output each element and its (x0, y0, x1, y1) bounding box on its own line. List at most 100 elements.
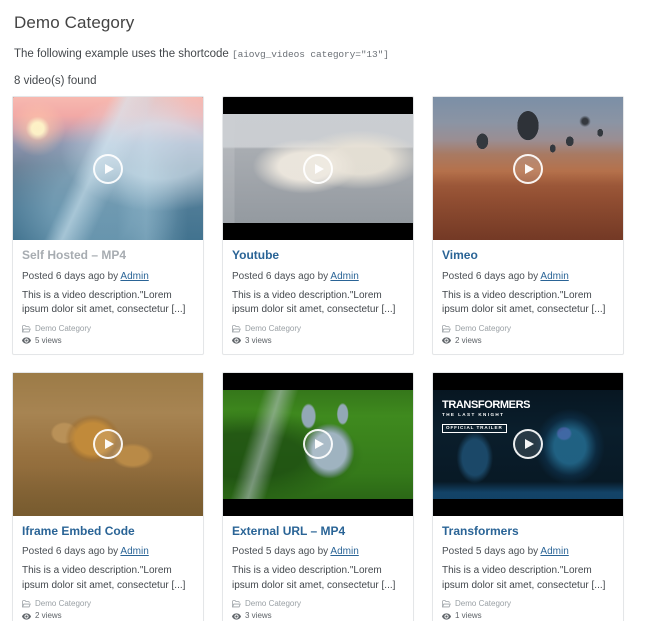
results-count: 8 video(s) found (14, 75, 97, 88)
video-category-meta[interactable]: Demo Category (442, 600, 614, 608)
play-icon[interactable] (303, 429, 333, 460)
intro-label: The following example uses the shortcode (14, 48, 229, 60)
video-category-label: Demo Category (35, 599, 92, 609)
video-title-link[interactable]: Youtube (232, 248, 404, 264)
posted-prefix: Posted 5 days ago by (442, 546, 539, 558)
letterbox-bar-top (433, 372, 623, 390)
video-card[interactable]: Self Hosted – MP4 Posted 6 days ago by Ad… (12, 96, 204, 355)
video-category-label: Demo Category (35, 323, 92, 333)
video-card[interactable]: Vimeo Posted 6 days ago by Admin This is a… (432, 96, 624, 355)
folder-open-icon (232, 600, 241, 608)
video-thumbnail[interactable] (433, 97, 623, 241)
video-posted-meta: Posted 6 days ago by Admin (442, 270, 614, 283)
letterbox-bar-bottom (223, 223, 413, 241)
video-thumbnail[interactable] (223, 97, 413, 241)
eye-icon (442, 613, 451, 620)
video-thumbnail[interactable] (13, 372, 203, 516)
video-category-label: Demo Category (245, 599, 302, 609)
video-posted-meta: Posted 6 days ago by Admin (22, 545, 194, 558)
letterbox-bar-top (223, 372, 413, 390)
video-description: This is a video description."Lorem ipsum… (232, 565, 396, 591)
video-card-body: Youtube Posted 6 days ago by Admin This is… (223, 240, 413, 354)
logo-line-1: TRANSFORMERS (442, 398, 531, 411)
video-author-link[interactable]: Admin (330, 546, 358, 557)
folder-open-icon (22, 324, 31, 333)
video-author-link[interactable]: Admin (540, 546, 568, 557)
video-description: This is a video description."Lorem ipsum… (442, 565, 606, 591)
video-views-label: 1 views (455, 611, 482, 621)
letterbox-bar-bottom (223, 498, 413, 516)
video-card-body: Transformers Posted 5 days ago by Admin Th… (433, 516, 623, 621)
play-icon[interactable] (513, 429, 543, 460)
video-category-meta[interactable]: Demo Category (22, 600, 194, 608)
video-author-link[interactable]: Admin (120, 271, 148, 282)
video-card-body: Self Hosted – MP4 Posted 6 days ago by Ad… (13, 240, 203, 354)
letterbox-bar-top (223, 97, 413, 115)
logo-line-2: THE LAST KNIGHT (442, 411, 505, 417)
posted-prefix: Posted 6 days ago by (442, 270, 539, 282)
video-posted-meta: Posted 6 days ago by Admin (22, 270, 194, 283)
video-posted-meta: Posted 6 days ago by Admin (232, 270, 404, 283)
video-author-link[interactable]: Admin (540, 271, 568, 282)
posted-prefix: Posted 6 days ago by (22, 546, 119, 558)
video-views-meta: 2 views (442, 335, 614, 345)
folder-open-icon (22, 600, 31, 608)
play-icon[interactable] (93, 429, 123, 460)
video-category-label: Demo Category (245, 323, 302, 333)
video-card[interactable]: Youtube Posted 6 days ago by Admin This is… (222, 96, 414, 355)
video-category-meta[interactable]: Demo Category (22, 323, 194, 333)
video-title-link[interactable]: Self Hosted – MP4 (22, 248, 194, 264)
posted-prefix: Posted 6 days ago by (232, 270, 329, 282)
logo-line-3: OFFICIAL TRAILER (442, 423, 507, 434)
video-thumbnail[interactable] (223, 372, 413, 516)
folder-open-icon (442, 600, 451, 608)
video-gallery-page: Demo Category The following example uses… (0, 0, 650, 621)
video-posted-meta: Posted 5 days ago by Admin (232, 545, 404, 558)
folder-open-icon (232, 324, 241, 333)
video-views-meta: 1 views (442, 612, 614, 620)
video-card[interactable]: External URL – MP4 Posted 5 days ago by A… (222, 371, 414, 621)
video-views-label: 3 views (245, 611, 272, 621)
video-description: This is a video description."Lorem ipsum… (442, 289, 606, 316)
video-category-meta[interactable]: Demo Category (232, 600, 404, 608)
video-views-label: 5 views (35, 335, 62, 345)
eye-icon (232, 613, 241, 620)
video-title-link[interactable]: Transformers (442, 524, 614, 540)
video-author-link[interactable]: Admin (330, 271, 358, 282)
video-category-meta[interactable]: Demo Category (232, 323, 404, 333)
letterbox-bar-bottom (433, 498, 623, 516)
eye-icon (442, 337, 451, 344)
transformers-logo-overlay: TRANSFORMERS THE LAST KNIGHT OFFICIAL TRAI… (442, 398, 531, 434)
video-thumbnail[interactable]: TRANSFORMERS THE LAST KNIGHT OFFICIAL TRAI… (433, 372, 623, 516)
video-views-meta: 5 views (22, 335, 194, 345)
video-category-label: Demo Category (455, 599, 512, 609)
video-thumbnail[interactable] (13, 97, 203, 241)
video-card[interactable]: TRANSFORMERS THE LAST KNIGHT OFFICIAL TRAI… (432, 371, 624, 621)
video-description: This is a video description."Lorem ipsum… (232, 289, 396, 316)
shortcode-snippet: [aiovg_videos category="13"] (232, 49, 389, 60)
video-category-label: Demo Category (455, 323, 512, 333)
play-icon[interactable] (93, 153, 123, 184)
video-card-body: Vimeo Posted 6 days ago by Admin This is a… (433, 240, 623, 354)
posted-prefix: Posted 6 days ago by (22, 270, 119, 282)
eye-icon (22, 337, 31, 344)
video-title-link[interactable]: Vimeo (442, 248, 614, 264)
video-title-link[interactable]: Iframe Embed Code (22, 524, 194, 540)
play-icon[interactable] (513, 153, 543, 184)
video-card-body: Iframe Embed Code Posted 6 days ago by Ad… (13, 516, 203, 621)
video-card-body: External URL – MP4 Posted 5 days ago by A… (223, 516, 413, 621)
video-title-link[interactable]: External URL – MP4 (232, 524, 404, 540)
video-views-label: 3 views (245, 335, 272, 345)
intro-text: The following example uses the shortcode… (0, 33, 650, 62)
play-icon[interactable] (303, 153, 333, 184)
video-views-meta: 2 views (22, 612, 194, 620)
folder-open-icon (442, 324, 451, 333)
video-card[interactable]: Iframe Embed Code Posted 6 days ago by Ad… (12, 371, 204, 621)
eye-icon (22, 613, 31, 620)
video-posted-meta: Posted 5 days ago by Admin (442, 545, 614, 558)
video-description: This is a video description."Lorem ipsum… (22, 289, 186, 316)
video-description: This is a video description."Lorem ipsum… (22, 565, 186, 591)
video-category-meta[interactable]: Demo Category (442, 323, 614, 333)
video-views-label: 2 views (455, 335, 482, 345)
video-author-link[interactable]: Admin (120, 546, 148, 557)
